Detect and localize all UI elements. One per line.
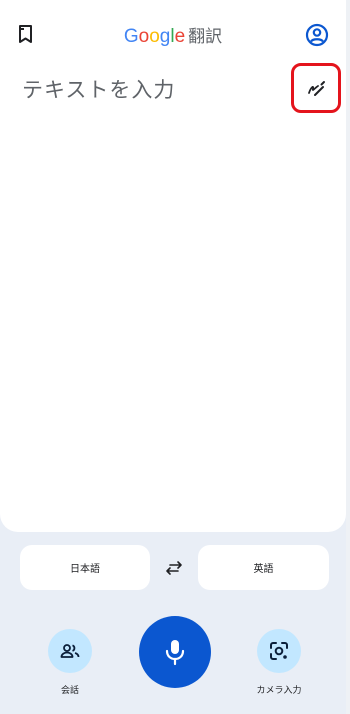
handwriting-icon	[308, 81, 325, 96]
brand-letter: g	[159, 26, 171, 47]
source-language-label: 日本語	[70, 564, 100, 575]
source-language-button[interactable]: 日本語	[20, 545, 150, 590]
account-circle-icon	[305, 23, 329, 47]
google-logo: Google	[124, 26, 185, 47]
conversation-button[interactable]	[48, 629, 92, 673]
camera-input-label: カメラ入力	[256, 686, 302, 696]
app-title: Google 翻訳	[0, 26, 346, 48]
camera-input-button[interactable]	[257, 629, 301, 673]
brand-letter: G	[123, 26, 139, 47]
swap-languages-button[interactable]	[163, 557, 185, 579]
mic-icon	[165, 640, 185, 666]
top-app-bar: Google 翻訳	[0, 18, 346, 56]
swap-icon	[166, 561, 182, 575]
conversation-label: 会話	[60, 686, 79, 696]
app-title-suffix: 翻訳	[188, 27, 223, 47]
handwriting-button[interactable]	[291, 63, 341, 113]
account-button[interactable]	[304, 22, 330, 48]
right-edge	[346, 0, 350, 714]
brand-letter: o	[149, 26, 160, 47]
brand-letter: o	[138, 26, 150, 47]
target-language-label: 英語	[253, 564, 274, 575]
source-text-input[interactable]: テキストを入力	[22, 74, 290, 104]
microphone-button[interactable]	[139, 616, 211, 688]
brand-letter: e	[174, 26, 186, 47]
target-language-button[interactable]: 英語	[198, 545, 329, 590]
lens-icon	[270, 642, 288, 660]
people-icon	[60, 644, 80, 658]
